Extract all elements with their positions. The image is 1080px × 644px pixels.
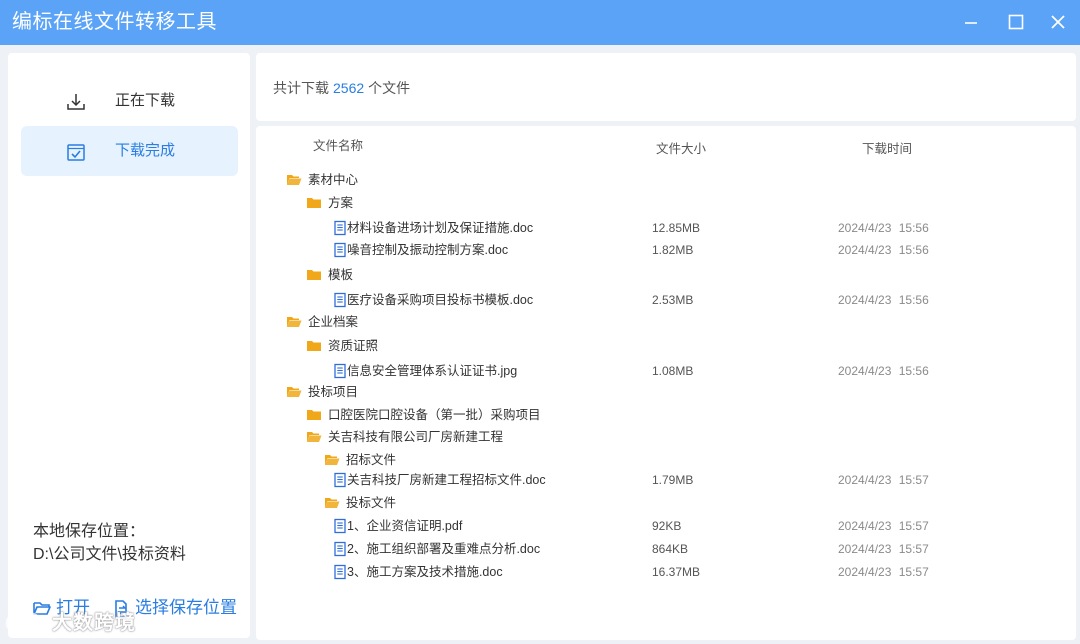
document-icon [334, 472, 346, 488]
item-size: 1.08MB [652, 364, 694, 378]
item-name: 企业档案 [308, 315, 359, 329]
item-time: 2024/4/23 15:56 [838, 221, 929, 235]
item-name: 噪音控制及振动控制方案.doc [347, 243, 509, 257]
folder-row[interactable]: 素材中心 [0, 170, 800, 190]
folder-row[interactable]: 企业档案 [0, 312, 800, 332]
folder-open-icon [307, 432, 322, 442]
item-name: 材料设备进场计划及保证措施.doc [347, 221, 534, 235]
document-icon [334, 541, 346, 557]
folder-icon [307, 270, 321, 280]
column-header-name: 文件名称 [313, 139, 364, 153]
folder-icon [307, 341, 321, 351]
folder-row[interactable]: 资质证照 [0, 336, 800, 356]
close-icon [1051, 15, 1065, 29]
folder-row[interactable]: 口腔医院口腔设备（第一批）采购项目 [0, 405, 800, 425]
item-name: 3、施工方案及技术措施.doc [347, 565, 503, 579]
file-row[interactable]: 信息安全管理体系认证证书.jpg 1.08MB 2024/4/23 15:56 [0, 361, 929, 381]
item-name: 2、施工组织部署及重难点分析.doc [347, 542, 541, 556]
item-time: 2024/4/23 15:56 [838, 293, 929, 307]
document-icon [334, 242, 346, 258]
sidebar-item-label: 正在下载 [115, 92, 176, 109]
document-icon [334, 363, 346, 379]
folder-open-icon [287, 317, 302, 327]
summary-prefix: 共计下载 [273, 80, 329, 96]
watermark: 大数跨境 [4, 608, 154, 638]
document-icon [334, 292, 346, 308]
folder-row[interactable]: 模板 [0, 265, 800, 285]
folder-row[interactable]: 关吉科技有限公司厂房新建工程 [0, 427, 800, 447]
item-name: 关吉科技厂房新建工程招标文件.doc [347, 473, 546, 487]
minimize-icon [965, 22, 977, 24]
sidebar-item-completed[interactable]: 下载完成 [21, 126, 238, 176]
column-header-size: 文件大小 [656, 142, 707, 156]
item-size: 1.79MB [652, 473, 694, 487]
item-size: 16.37MB [652, 565, 701, 579]
item-time: 2024/4/23 15:57 [838, 473, 929, 487]
summary-suffix: 个文件 [368, 80, 411, 96]
item-name: 投标项目 [308, 385, 359, 399]
title-bar: 编标在线文件转移工具 [0, 0, 1080, 45]
item-size: 864KB [652, 542, 689, 556]
file-row[interactable]: 材料设备进场计划及保证措施.doc 12.85MB 2024/4/23 15:56 [0, 218, 929, 238]
file-row[interactable]: 1、企业资信证明.pdf 92KB 2024/4/23 15:57 [0, 516, 929, 536]
sidebar-item-downloading[interactable]: 正在下载 [21, 76, 238, 126]
maximize-button[interactable] [1005, 11, 1027, 33]
item-name: 口腔医院口腔设备（第一批）采购项目 [328, 408, 541, 422]
download-tray-icon [67, 94, 85, 110]
file-row[interactable]: 2、施工组织部署及重难点分析.doc 864KB 2024/4/23 15:57 [0, 539, 929, 559]
item-name: 资质证照 [328, 339, 379, 353]
file-row[interactable]: 3、施工方案及技术措施.doc 16.37MB 2024/4/23 15:57 [0, 562, 929, 582]
maximize-icon [1008, 14, 1024, 30]
item-name: 模板 [328, 268, 354, 282]
item-size: 92KB [652, 519, 682, 533]
document-icon [334, 564, 346, 580]
item-time: 2024/4/23 15:56 [838, 243, 929, 257]
item-size: 12.85MB [652, 221, 701, 235]
folder-row[interactable]: 方案 [0, 193, 800, 213]
folder-row[interactable]: 招标文件 [0, 450, 800, 470]
item-time: 2024/4/23 15:57 [838, 519, 929, 533]
file-row[interactable]: 噪音控制及振动控制方案.doc 1.82MB 2024/4/23 15:56 [0, 240, 929, 260]
folder-open-icon [287, 175, 302, 185]
watermark-logo-icon [5, 612, 47, 634]
document-icon [334, 518, 346, 534]
item-name: 信息安全管理体系认证证书.jpg [347, 364, 518, 378]
close-button[interactable] [1047, 11, 1069, 33]
folder-icon [307, 410, 321, 420]
download-summary: 共计下载 2562 个文件 [256, 53, 1076, 121]
item-name: 素材中心 [308, 173, 359, 187]
window-title: 编标在线文件转移工具 [12, 11, 217, 33]
item-time: 2024/4/23 15:56 [838, 364, 929, 378]
item-time: 2024/4/23 15:57 [838, 565, 929, 579]
folder-icon [307, 198, 321, 208]
item-size: 1.82MB [652, 243, 694, 257]
minimize-button[interactable] [960, 11, 982, 33]
file-row[interactable]: 关吉科技厂房新建工程招标文件.doc 1.79MB 2024/4/23 15:57 [0, 470, 929, 490]
folder-row[interactable]: 投标项目 [0, 382, 800, 402]
item-name: 医疗设备采购项目投标书模板.doc [347, 293, 534, 307]
sidebar-item-label: 下载完成 [115, 142, 176, 159]
document-icon [334, 220, 346, 236]
item-time: 2024/4/23 15:57 [838, 542, 929, 556]
item-name: 1、企业资信证明.pdf [347, 519, 463, 533]
watermark-text: 大数跨境 [52, 612, 136, 634]
item-name: 招标文件 [346, 453, 397, 467]
item-name: 关吉科技有限公司厂房新建工程 [328, 430, 504, 444]
folder-open-icon [287, 387, 302, 397]
folder-row[interactable]: 投标文件 [0, 493, 800, 513]
item-size: 2.53MB [652, 293, 694, 307]
summary-text: 共计下载 2562 个文件 [273, 79, 410, 97]
folder-open-icon [325, 498, 340, 508]
folder-open-icon [325, 455, 340, 465]
item-name: 方案 [328, 196, 354, 210]
download-count: 2562 [333, 80, 365, 96]
item-name: 投标文件 [346, 496, 397, 510]
check-box-icon [67, 144, 85, 161]
column-header-time: 下载时间 [862, 142, 913, 156]
file-row[interactable]: 医疗设备采购项目投标书模板.doc 2.53MB 2024/4/23 15:56 [0, 290, 929, 310]
